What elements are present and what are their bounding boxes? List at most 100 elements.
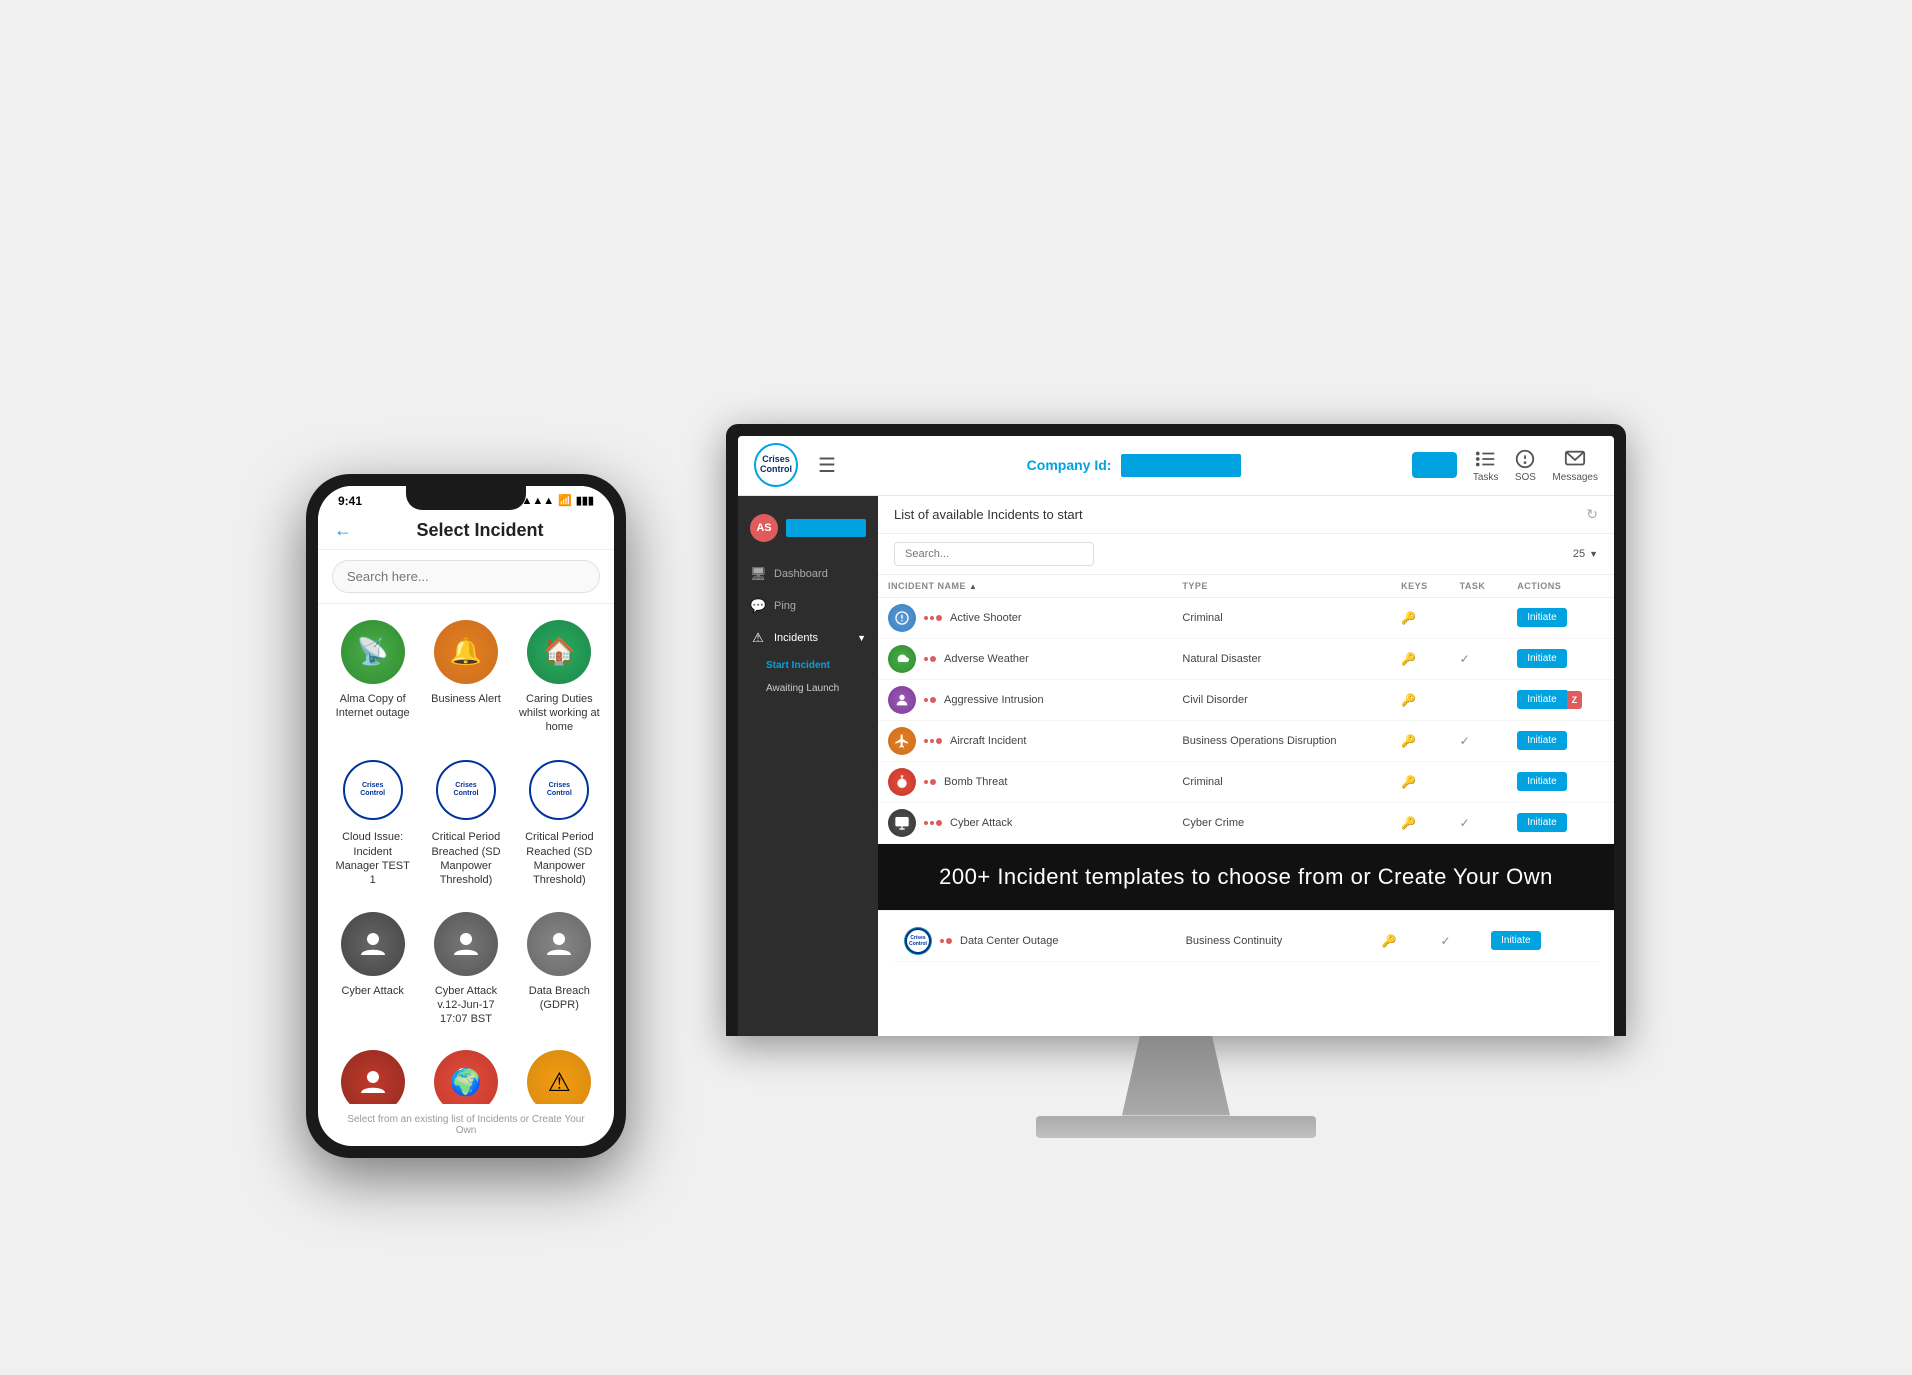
tasks-nav-item[interactable]: Tasks [1473,448,1499,483]
incident-type: Criminal [1172,761,1391,802]
incident-name: Active Shooter [950,612,1022,624]
incidents-icon: ⚠ [750,630,766,646]
sidebar-item-dashboard[interactable]: 🖥 Dashboard [738,558,878,590]
incident-name-cell: Bomb Threat [878,761,1172,802]
sidebar-sub-label: Start Incident [766,660,830,671]
phone-frame: 9:41 ▲▲▲ 📶 ▮▮▮ ← Select Incident [306,474,626,1158]
th-task: TASK [1450,575,1508,598]
incident-keys: 🔑 [1391,761,1449,802]
phone-time: 9:41 [338,494,362,508]
key-icon: 🔑 [1401,611,1416,625]
tasks-label: Tasks [1473,472,1499,483]
sidebar-item-ping[interactable]: 💬 Ping [738,590,878,622]
sidebar-sub-awaiting-launch[interactable]: Awaiting Launch [738,677,878,700]
priority-dots [924,820,942,826]
incident-name: Data Breach (GDPR) [519,984,600,1013]
list-item[interactable]: 🌍 Earthquake [419,1038,512,1103]
list-item[interactable]: 🔔 Business Alert [419,608,512,747]
check-icon: ✓ [1441,934,1451,948]
list-item[interactable]: 🏠 Caring Duties whilst working at home [513,608,606,747]
per-page-chevron[interactable]: ▼ [1589,549,1598,559]
incident-keys: 🔑 [1391,679,1449,720]
initiate-button[interactable]: Initiate [1517,772,1566,791]
key-icon: 🔑 [1401,734,1416,748]
list-item[interactable]: CrisesControl Critical Period Reached (S… [513,746,606,899]
list-item[interactable]: Cyber Attack [326,900,419,1039]
sidebar-item-incidents[interactable]: ⚠ Incidents ▼ [738,622,878,654]
phone-search-input[interactable] [332,560,600,593]
incident-keys: 🔑 [1391,802,1449,843]
incident-task: ✓ [1450,638,1508,679]
sos-icon [1514,448,1536,470]
incident-icon: CrisesControl [341,758,405,822]
company-id-label: Company Id: [1027,457,1112,473]
bottom-panel: CrisesControl Data Center Outage [878,910,1614,972]
sidebar-sub-start-incident[interactable]: Start Incident [738,654,878,677]
app-header: CrisesControl ☰ Company Id: [738,436,1614,496]
priority-dots [924,656,936,662]
list-item[interactable]: CrisesControl Critical Period Breached (… [419,746,512,899]
ping-icon: 💬 [750,598,766,614]
z-badge: Z [1567,691,1583,709]
incident-keys: 🔑 [1391,597,1449,638]
incident-icon: ⚠ [527,1050,591,1103]
incident-name: Data Center Outage [960,935,1058,947]
back-arrow-icon[interactable]: ← [334,520,352,541]
priority-dots [924,738,942,744]
key-icon: 🔑 [1401,775,1416,789]
initiate-button[interactable]: Initiate [1517,731,1566,750]
priority-dots [924,779,936,785]
monitor-screen: CrisesControl ☰ Company Id: [738,436,1614,1036]
incident-icon [888,809,916,837]
incident-task: ✓ [1450,802,1508,843]
incident-name: Alma Copy of Internet outage [332,692,413,721]
incident-name: Aircraft Incident [950,735,1026,747]
initiate-button[interactable]: Initiate [1517,608,1566,627]
messages-label: Messages [1552,472,1598,483]
incident-name: Adverse Weather [944,653,1029,665]
content-header: List of available Incidents to start ↻ [878,496,1614,534]
th-keys: KEYS [1391,575,1449,598]
list-item[interactable]: Data Breach (GDPR) [513,900,606,1039]
per-page-control: 25 ▼ [1573,548,1598,560]
list-item[interactable]: 📡 Alma Copy of Internet outage [326,608,419,747]
list-item[interactable]: Denial of Access [326,1038,419,1103]
incident-actions: Initiate [1507,802,1614,843]
check-icon: ✓ [1460,816,1470,830]
tasks-icon [1475,448,1497,470]
initiate-button[interactable]: Initiate [1517,690,1566,709]
refresh-icon[interactable]: ↻ [1586,506,1598,523]
hamburger-icon[interactable]: ☰ [818,453,836,478]
phone-notch [406,486,526,510]
incident-name-cell: Aircraft Incident [878,720,1172,761]
desktop-monitor: CrisesControl ☰ Company Id: [726,424,1626,1138]
initiate-button[interactable]: Initiate [1517,813,1566,832]
incident-icon: 📡 [341,620,405,684]
messages-nav-item[interactable]: Messages [1552,448,1598,483]
incident-icon: 🏠 [527,620,591,684]
company-logo: CrisesControl [754,443,798,487]
incident-task [1450,679,1508,720]
incident-icon: CrisesControl [434,758,498,822]
signal-icon: 📶 [558,494,572,507]
search-row: 25 ▼ [878,534,1614,575]
incident-type: Cyber Crime [1172,802,1391,843]
table-row: Cyber Attack Cyber Crime 🔑 ✓ Initiate [878,802,1614,843]
initiate-button[interactable]: Initiate [1491,931,1540,950]
list-item[interactable]: CrisesControl Cloud Issue: Incident Mana… [326,746,419,899]
list-item[interactable]: Cyber Attack v.12-Jun-17 17:07 BST [419,900,512,1039]
incident-icon: CrisesControl [904,927,932,955]
incident-actions: Initiate [1507,638,1614,679]
incident-name: Aggressive Intrusion [944,694,1044,706]
initiate-button[interactable]: Initiate [1517,649,1566,668]
avatar-name-bar [786,519,866,537]
profile-button[interactable] [1412,452,1457,478]
list-item[interactable]: ⚠ Center (transputec house) [513,1038,606,1103]
search-input[interactable] [894,542,1094,566]
incident-type: Criminal [1172,597,1391,638]
app-body: AS 🖥 Dashboard 💬 Ping ⚠ [738,496,1614,1036]
mobile-phone: 9:41 ▲▲▲ 📶 ▮▮▮ ← Select Incident [306,474,626,1158]
key-icon: 🔑 [1401,816,1416,830]
sidebar: AS 🖥 Dashboard 💬 Ping ⚠ [738,496,878,1036]
sos-nav-item[interactable]: SOS [1514,448,1536,483]
